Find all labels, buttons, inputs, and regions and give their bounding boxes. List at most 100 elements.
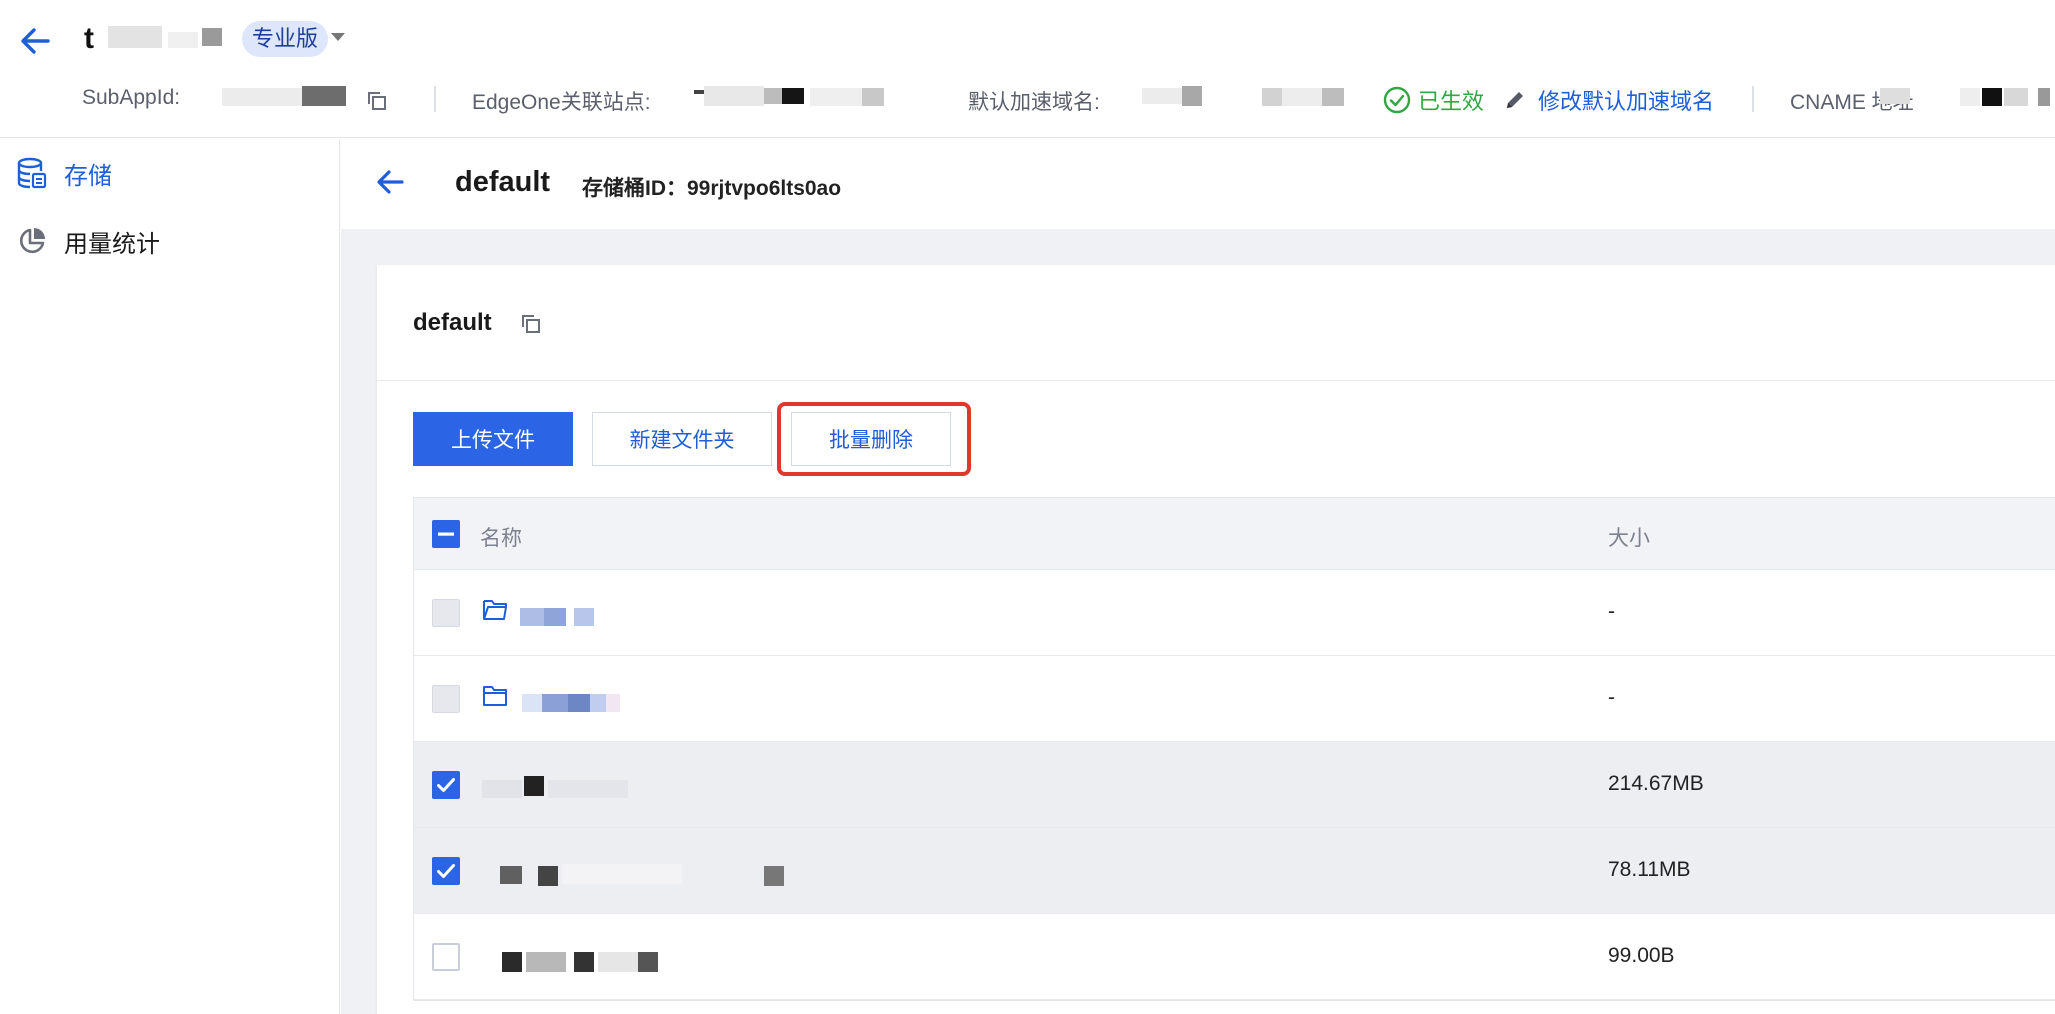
redacted-text xyxy=(598,952,638,972)
divider xyxy=(377,380,2055,381)
redacted-text xyxy=(202,28,222,46)
row-checkbox[interactable] xyxy=(432,943,460,971)
row-checkbox[interactable] xyxy=(432,685,460,713)
redacted-text xyxy=(2038,88,2050,106)
table-row[interactable]: - xyxy=(414,656,2055,742)
file-name[interactable] xyxy=(482,852,902,892)
file-name[interactable] xyxy=(482,938,902,978)
redacted-text xyxy=(1982,88,2002,106)
highlight-annotation xyxy=(777,402,971,476)
main-content: default 存储桶ID：99rjtvpo6lts0ao default 上传… xyxy=(341,139,2055,1014)
back-arrow-icon[interactable] xyxy=(18,24,52,58)
plan-badge: 专业版 xyxy=(242,21,329,57)
redacted-text xyxy=(524,776,544,796)
database-icon xyxy=(16,157,48,189)
bucket-title: default xyxy=(455,166,551,198)
redacted-text xyxy=(520,608,544,626)
top-bar: t 专业版 SubAppId: EdgeOne关联站点: 默认加速域名: 已生效… xyxy=(0,0,2055,138)
table-row[interactable]: 214.67MB xyxy=(414,742,2055,828)
file-table: 名称 大小 - - 214.67MB 78.11MB 99.00B xyxy=(413,497,2055,1001)
redacted-text xyxy=(538,866,558,886)
file-name[interactable] xyxy=(482,594,902,634)
copy-icon[interactable] xyxy=(366,90,388,117)
file-size: 214.67MB xyxy=(1608,772,1704,795)
copy-icon[interactable] xyxy=(520,313,542,340)
sidebar-item-storage[interactable]: 存储 xyxy=(16,153,112,193)
redacted-text xyxy=(606,694,620,712)
pie-chart-icon xyxy=(16,225,48,257)
file-size: 78.11MB xyxy=(1608,858,1691,881)
redacted-text xyxy=(526,952,566,972)
sidebar-item-label: 存储 xyxy=(64,162,112,190)
edgeone-site-label: EdgeOne关联站点: xyxy=(472,91,651,114)
row-checkbox[interactable] xyxy=(432,857,460,885)
redacted-text xyxy=(1182,86,1202,106)
plan-dropdown-icon[interactable] xyxy=(330,30,346,48)
sidebar-item-label: 用量统计 xyxy=(64,230,160,258)
redacted-text xyxy=(500,866,522,884)
redacted-text xyxy=(1960,88,1980,106)
bucket-panel: default 上传文件 新建文件夹 批量删除 名称 大小 - - 214.67… xyxy=(377,265,2055,1014)
redacted-text xyxy=(482,780,522,798)
divider xyxy=(434,86,436,112)
folder-icon xyxy=(482,684,508,713)
file-size: - xyxy=(1608,600,1615,623)
row-checkbox[interactable] xyxy=(432,599,460,627)
redacted-text xyxy=(862,88,884,106)
file-name[interactable] xyxy=(482,680,902,720)
subappid-label: SubAppId: xyxy=(82,86,181,109)
column-header-name[interactable]: 名称 xyxy=(480,522,522,552)
file-size: - xyxy=(1608,686,1615,709)
redacted-text xyxy=(574,952,594,972)
table-row[interactable]: 78.11MB xyxy=(414,828,2055,914)
file-size: 99.00B xyxy=(1608,944,1675,967)
redacted-text xyxy=(694,90,704,94)
panel-title: default xyxy=(413,309,492,336)
redacted-text xyxy=(764,88,782,104)
table-row[interactable]: 99.00B xyxy=(414,914,2055,1000)
bucket-id: 存储桶ID：99rjtvpo6lts0ao xyxy=(582,177,842,200)
app-name: t xyxy=(84,22,95,55)
redacted-text xyxy=(544,608,566,626)
redacted-text xyxy=(222,88,302,106)
redacted-text xyxy=(1262,88,1282,106)
redacted-text xyxy=(542,694,568,712)
column-header-size[interactable]: 大小 xyxy=(1608,522,1650,552)
redacted-text xyxy=(764,866,784,886)
redacted-text xyxy=(548,780,628,798)
sidebar: 存储 用量统计 xyxy=(0,139,340,1014)
row-checkbox[interactable] xyxy=(432,771,460,799)
redacted-text xyxy=(562,864,682,884)
redacted-text xyxy=(782,88,804,104)
redacted-text xyxy=(302,86,346,106)
redacted-text xyxy=(2004,88,2028,106)
upload-file-button[interactable]: 上传文件 xyxy=(413,412,573,466)
redacted-text xyxy=(1142,88,1182,104)
edit-default-domain-link[interactable]: 修改默认加速域名 xyxy=(1538,84,1714,116)
redacted-text xyxy=(1282,88,1322,106)
redacted-text xyxy=(1322,88,1344,106)
redacted-text xyxy=(590,694,606,712)
redacted-text xyxy=(108,26,162,48)
redacted-text xyxy=(1880,88,1910,104)
redacted-text xyxy=(522,694,542,712)
default-domain-label: 默认加速域名: xyxy=(968,91,1100,114)
table-row[interactable]: - xyxy=(414,570,2055,656)
file-name[interactable] xyxy=(482,766,902,806)
bucket-header: default 存储桶ID：99rjtvpo6lts0ao xyxy=(341,139,2055,229)
check-circle-icon xyxy=(1383,86,1411,119)
table-header: 名称 大小 xyxy=(414,498,2055,570)
edit-icon[interactable] xyxy=(1503,88,1527,117)
new-folder-button[interactable]: 新建文件夹 xyxy=(592,412,772,466)
redacted-text xyxy=(568,694,590,712)
divider xyxy=(1752,86,1754,112)
folder-open-icon xyxy=(482,598,508,627)
redacted-text xyxy=(704,86,764,106)
redacted-text xyxy=(638,952,658,972)
select-all-checkbox[interactable] xyxy=(432,520,460,548)
back-arrow-icon[interactable] xyxy=(375,167,405,202)
sidebar-item-usage-stats[interactable]: 用量统计 xyxy=(16,221,160,261)
redacted-text xyxy=(502,952,522,972)
redacted-text xyxy=(574,608,594,626)
redacted-text xyxy=(168,32,198,48)
